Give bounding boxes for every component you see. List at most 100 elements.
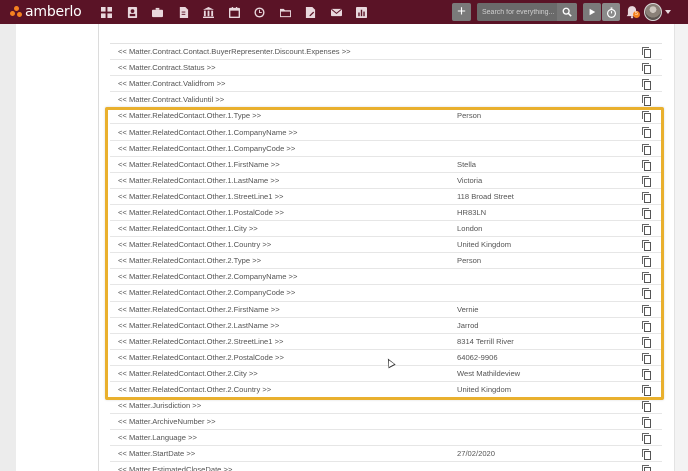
history-icon[interactable] xyxy=(247,0,273,24)
table-row: << Matter.Jurisdiction >> xyxy=(110,398,662,415)
copy-icon[interactable] xyxy=(642,63,651,75)
copy-icon[interactable] xyxy=(642,159,651,171)
copy-icon[interactable] xyxy=(642,143,651,155)
billing-icon[interactable] xyxy=(196,0,222,24)
table-row: << Matter.Contract.Status >> xyxy=(110,60,662,77)
search-button[interactable] xyxy=(557,3,577,21)
placeholder-value: Person xyxy=(457,111,482,121)
table-row: << Matter.Language >> xyxy=(110,430,662,447)
logo-mark-icon xyxy=(10,6,22,18)
copy-icon[interactable] xyxy=(642,47,651,58)
placeholder-name: << Matter.RelatedContact.Other.2.StreetL… xyxy=(118,336,284,346)
placeholder-value: 8314 Terrill River xyxy=(457,336,514,346)
placeholder-name: << Matter.StartDate >> xyxy=(118,449,196,459)
placeholder-name: << Matter.RelatedContact.Other.2.Company… xyxy=(118,272,298,282)
placeholder-name: << Matter.RelatedContact.Other.1.Country… xyxy=(118,240,272,250)
placeholder-name: << Matter.Contract.Status >> xyxy=(118,63,216,73)
table-row: << Matter.RelatedContact.Other.2.Company… xyxy=(110,269,662,286)
table-row: << Matter.Contract.Validfrom >> xyxy=(110,76,662,93)
matters-icon[interactable] xyxy=(145,0,171,24)
placeholder-value: Vernie xyxy=(457,304,479,314)
copy-icon[interactable] xyxy=(642,207,651,219)
placeholder-value: HR83LN xyxy=(457,207,487,217)
copy-icon[interactable] xyxy=(642,465,651,471)
placeholder-name: << Matter.RelatedContact.Other.2.PostalC… xyxy=(118,352,284,362)
user-menu-chevron-down-icon[interactable] xyxy=(665,10,671,14)
notes-icon[interactable] xyxy=(298,0,324,24)
placeholder-table: << Matter.Contract.Contact.BuyerRepresen… xyxy=(110,44,662,471)
copy-icon[interactable] xyxy=(642,320,651,332)
stopwatch-icon xyxy=(606,6,616,18)
app-name: amberlo xyxy=(25,4,82,20)
copy-icon[interactable] xyxy=(642,191,651,203)
placeholder-value: Stella xyxy=(457,159,476,169)
left-gutter xyxy=(0,24,16,471)
start-timer-button[interactable] xyxy=(583,3,601,21)
placeholder-name: << Matter.RelatedContact.Other.1.City >> xyxy=(118,224,258,234)
mail-icon[interactable] xyxy=(324,0,350,24)
top-navigation-bar: amberlo + 5 xyxy=(0,0,688,24)
timer-button[interactable] xyxy=(602,3,620,21)
copy-icon[interactable] xyxy=(642,272,651,284)
placeholder-name: << Matter.RelatedContact.Other.1.Company… xyxy=(118,127,298,137)
placeholder-name: << Matter.Contract.Contact.BuyerRepresen… xyxy=(118,47,351,57)
copy-icon[interactable] xyxy=(642,224,651,236)
table-row: << Matter.RelatedContact.Other.2.City >>… xyxy=(110,366,662,382)
copy-icon[interactable] xyxy=(642,304,651,316)
copy-icon[interactable] xyxy=(642,256,651,268)
placeholder-value: 27/02/2020 xyxy=(457,449,496,459)
table-row: << Matter.EstimatedCloseDate >> xyxy=(110,462,662,471)
dashboard-icon[interactable] xyxy=(94,0,120,24)
copy-icon[interactable] xyxy=(642,288,651,300)
copy-icon[interactable] xyxy=(642,95,651,107)
placeholder-name: << Matter.ArchiveNumber >> xyxy=(118,417,216,427)
search-icon xyxy=(562,7,572,17)
copy-icon[interactable] xyxy=(642,175,651,187)
content-divider xyxy=(98,24,99,471)
placeholder-value: United Kingdom xyxy=(457,240,512,250)
placeholder-name: << Matter.EstimatedCloseDate >> xyxy=(118,465,233,471)
placeholder-name: << Matter.RelatedContact.Other.1.StreetL… xyxy=(118,191,284,201)
copy-icon[interactable] xyxy=(642,111,651,123)
placeholder-name: << Matter.RelatedContact.Other.2.FirstNa… xyxy=(118,304,280,314)
placeholder-value: Person xyxy=(457,256,482,266)
reports-icon[interactable] xyxy=(349,0,375,24)
app-logo[interactable]: amberlo xyxy=(10,4,88,20)
placeholder-name: << Matter.Language >> xyxy=(118,433,197,443)
table-row: << Matter.RelatedContact.Other.1.FirstNa… xyxy=(110,157,662,173)
folder-icon[interactable] xyxy=(273,0,299,24)
table-row: << Matter.StartDate >> 27/02/2020 xyxy=(110,446,662,463)
table-row: << Matter.RelatedContact.Other.1.Country… xyxy=(110,237,662,254)
copy-icon[interactable] xyxy=(642,449,651,461)
placeholder-name: << Matter.RelatedContact.Other.1.LastNam… xyxy=(118,175,280,185)
documents-icon[interactable] xyxy=(171,0,197,24)
contacts-icon[interactable] xyxy=(120,0,146,24)
copy-icon[interactable] xyxy=(642,384,651,396)
placeholder-name: << Matter.RelatedContact.Other.2.Type >> xyxy=(118,256,262,266)
copy-icon[interactable] xyxy=(642,336,651,348)
placeholder-name: << Matter.RelatedContact.Other.2.Company… xyxy=(118,288,296,298)
table-row: << Matter.RelatedContact.Other.2.StreetL… xyxy=(110,334,662,350)
table-row: << Matter.RelatedContact.Other.1.StreetL… xyxy=(110,189,662,205)
calendar-icon[interactable] xyxy=(222,0,248,24)
copy-icon[interactable] xyxy=(642,352,651,364)
search-input[interactable] xyxy=(477,3,557,21)
scrollbar-track[interactable] xyxy=(674,24,688,471)
copy-icon[interactable] xyxy=(642,368,651,380)
copy-icon[interactable] xyxy=(642,433,651,445)
table-row: << Matter.Contract.Contact.BuyerRepresen… xyxy=(110,44,662,61)
placeholder-name: << Matter.RelatedContact.Other.2.Country… xyxy=(118,385,272,395)
table-row: << Matter.RelatedContact.Other.2.Type >>… xyxy=(110,253,662,270)
table-row: << Matter.RelatedContact.Other.2.Country… xyxy=(110,382,662,399)
copy-icon[interactable] xyxy=(642,240,651,252)
copy-icon[interactable] xyxy=(642,417,651,429)
copy-icon[interactable] xyxy=(642,79,651,91)
create-new-button[interactable]: + xyxy=(452,3,471,21)
copy-icon[interactable] xyxy=(642,401,651,413)
placeholder-name: << Matter.Jurisdiction >> xyxy=(118,401,202,411)
table-row: << Matter.RelatedContact.Other.1.PostalC… xyxy=(110,205,662,222)
user-avatar[interactable] xyxy=(644,3,662,21)
placeholder-name: << Matter.RelatedContact.Other.1.FirstNa… xyxy=(118,159,280,169)
copy-icon[interactable] xyxy=(642,127,651,139)
table-row: << Matter.RelatedContact.Other.1.Company… xyxy=(110,124,662,141)
